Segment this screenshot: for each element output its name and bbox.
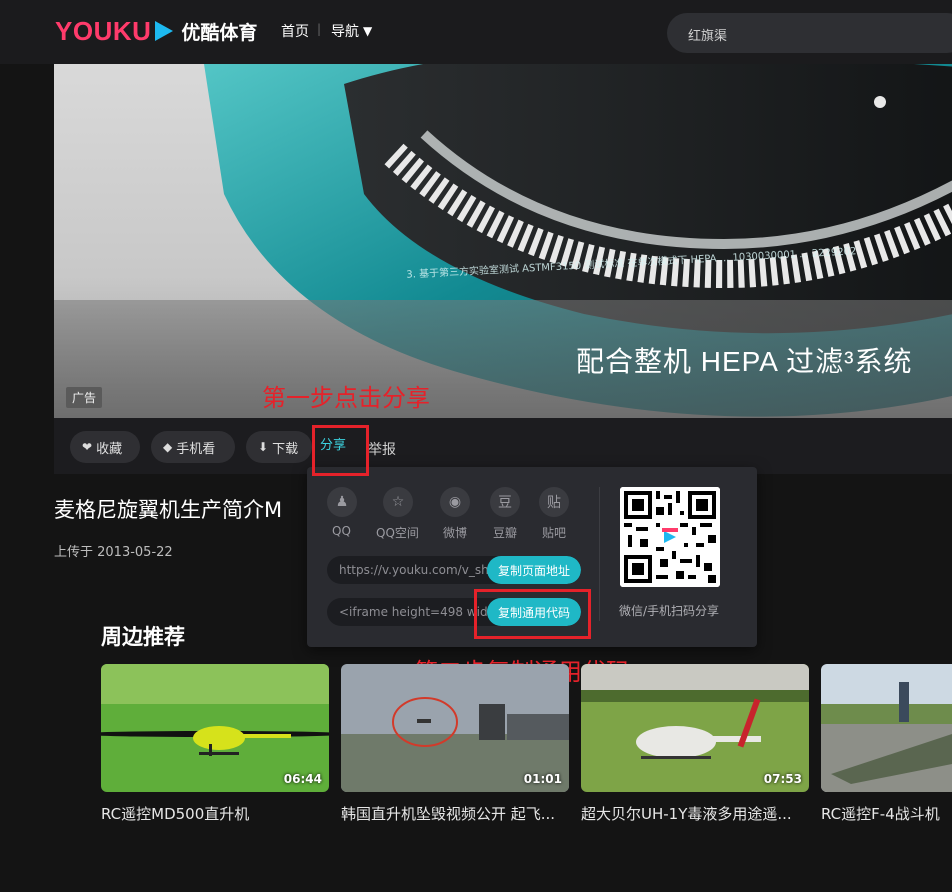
qzone-icon[interactable]: ☆ — [383, 487, 413, 517]
qr-code-image — [620, 487, 720, 587]
nav-separator: | — [317, 22, 322, 36]
recommendation-title[interactable]: 超大贝尔UH-1Y毒液多用途遥... — [581, 803, 813, 824]
download-icon: ⬇ — [258, 440, 269, 454]
search-value: 红旗渠 — [688, 29, 728, 44]
search-input[interactable]: 红旗渠 — [667, 13, 952, 53]
duration-badge: 01:01 — [523, 772, 562, 786]
mobile-view-button[interactable]: ◆ 手机看 — [151, 431, 235, 463]
nav-menu-label: 导航 — [331, 24, 359, 40]
qr-label: 微信/手机扫码分享 — [619, 604, 720, 618]
ad-badge: 广告 — [66, 387, 103, 408]
share-weibo-label: 微博 — [443, 526, 468, 540]
copy-url-button[interactable]: 复制页面地址 — [486, 556, 581, 584]
favorite-label: 收藏 — [96, 441, 123, 457]
thumbnail-f4 — [821, 664, 952, 792]
step1-annotation: 第一步点击分享 — [262, 384, 430, 412]
download-label: 下载 — [272, 441, 299, 457]
nav-home-link[interactable]: 首页 — [281, 21, 309, 41]
step1-highlight-box — [312, 425, 369, 476]
duration-badge: 06:44 — [283, 772, 322, 786]
favorite-button[interactable]: ❤ 收藏 — [70, 431, 140, 463]
video-player[interactable]: 3. 基于第三方实验室测试 ASTMF3150 测试标准 在单次模式下 HEPA… — [54, 64, 952, 418]
nav-menu-dropdown[interactable]: 导航 ▼ — [331, 21, 372, 41]
page-url-field[interactable]: https://v.youku.com/v_show/ 复制页面地址 — [327, 556, 581, 584]
diamond-icon: ◆ — [163, 440, 173, 454]
page-url-value: https://v.youku.com/v_show/ — [339, 563, 510, 577]
douban-icon[interactable]: 豆 — [490, 487, 520, 517]
share-tieba-label: 贴吧 — [542, 526, 567, 540]
qq-icon[interactable]: ♟ — [327, 487, 357, 517]
step2-highlight-box — [474, 589, 591, 639]
logo-play-icon — [155, 21, 174, 41]
recommendations-title: 周边推荐 — [101, 625, 185, 649]
share-qzone-label: QQ空间 — [376, 526, 419, 540]
recommendation-title[interactable]: 韩国直升机坠毁视频公开 起飞... — [341, 803, 573, 824]
recommendation-card[interactable]: 07:53 — [581, 664, 809, 792]
download-button[interactable]: ⬇ 下载 — [246, 431, 312, 463]
tieba-icon[interactable]: 贴 — [539, 487, 569, 517]
weibo-icon[interactable]: ◉ — [440, 487, 470, 517]
panel-divider — [599, 487, 600, 621]
youku-logo[interactable]: YOUKU 优酷体育 — [55, 16, 257, 46]
heart-icon: ❤ — [82, 440, 93, 454]
video-title: 麦格尼旋翼机生产简介M — [54, 498, 283, 522]
recommendation-card[interactable]: 06:44 — [101, 664, 329, 792]
recommendation-title[interactable]: RC遥控MD500直升机 — [101, 803, 333, 824]
upload-date: 上传于 2013-05-22 — [54, 545, 173, 560]
share-douban-label: 豆瓣 — [493, 526, 518, 540]
recommendation-title[interactable]: RC遥控F-4战斗机 — [821, 803, 952, 824]
mobile-view-label: 手机看 — [176, 441, 216, 457]
ad-caption: 配合整机 HEPA 过滤³系统 — [576, 346, 913, 377]
recommendation-card[interactable]: 01:01 — [341, 664, 569, 792]
report-button[interactable]: 举报 — [368, 439, 396, 459]
logo-text: YOUKU — [55, 15, 152, 46]
chevron-down-icon: ▼ — [363, 24, 373, 38]
recommendation-card[interactable] — [821, 664, 952, 792]
share-qq-label: QQ — [332, 524, 351, 538]
logo-subtitle: 优酷体育 — [181, 21, 258, 44]
duration-badge: 07:53 — [763, 772, 802, 786]
